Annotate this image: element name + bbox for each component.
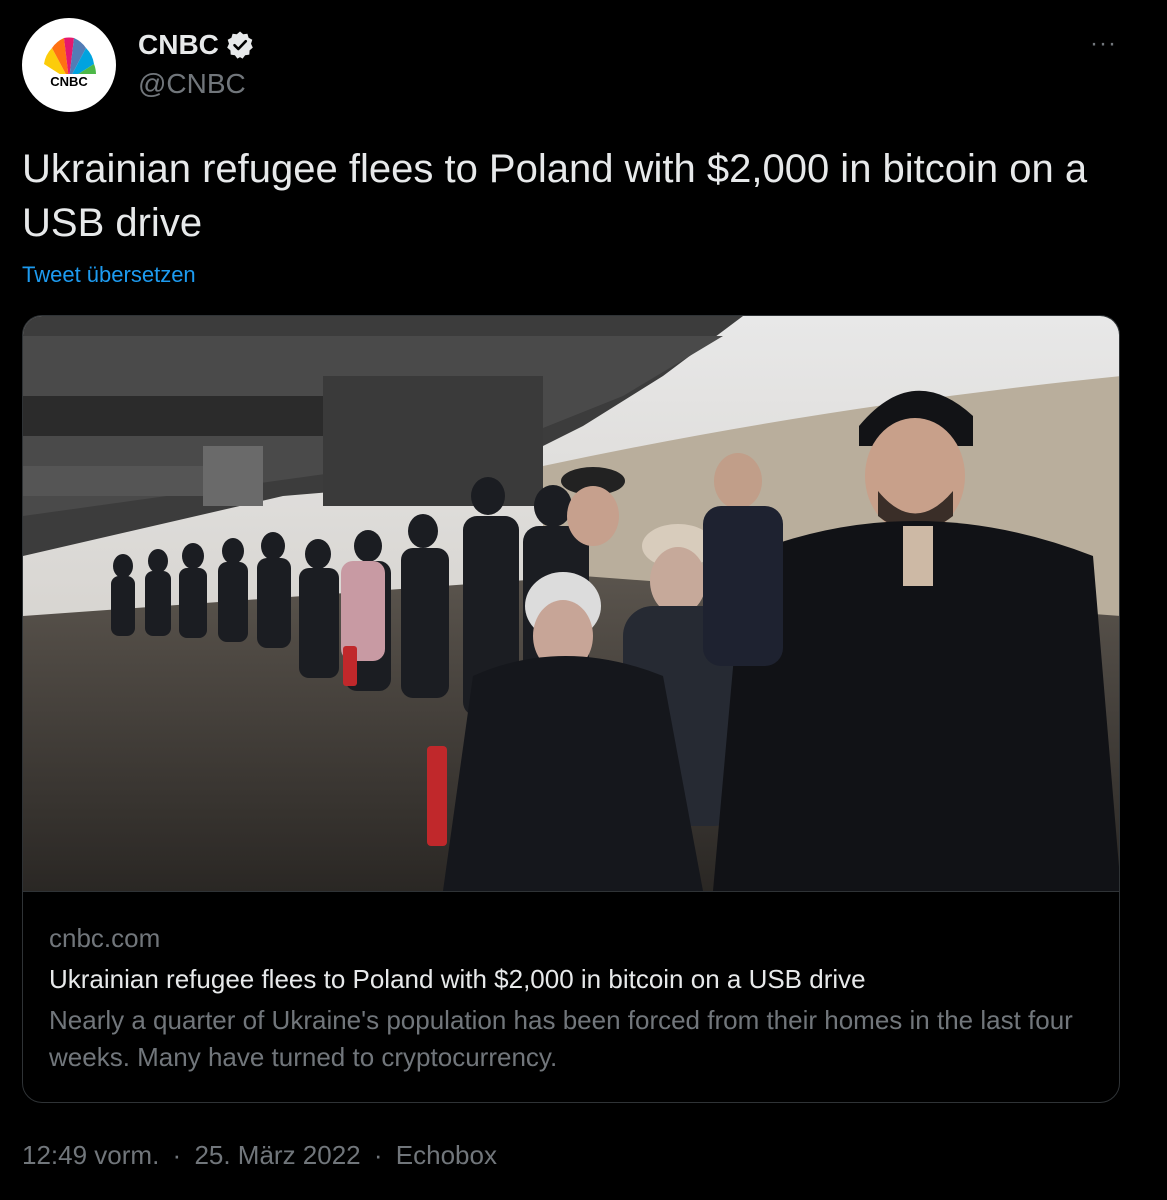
verified-badge-icon bbox=[225, 30, 255, 60]
tweet-date[interactable]: 25. März 2022 bbox=[194, 1138, 360, 1172]
more-options-icon[interactable]: ··· bbox=[1090, 30, 1117, 58]
tweet-time[interactable]: 12:49 vorm. bbox=[22, 1138, 159, 1172]
meta-separator: · bbox=[373, 1140, 383, 1170]
card-title: Ukrainian refugee flees to Poland with $… bbox=[49, 964, 866, 994]
translate-tweet-link[interactable]: Tweet übersetzen bbox=[22, 262, 196, 288]
tweet-container: CNBC CNBC @CNBC ··· Ukrainian refugee fl… bbox=[0, 0, 1167, 1200]
account-name[interactable]: CNBC bbox=[138, 28, 219, 62]
tweet-source[interactable]: Echobox bbox=[396, 1138, 497, 1172]
account-names: CNBC @CNBC bbox=[138, 18, 255, 112]
tweet-meta: 12:49 vorm. · 25. März 2022 · Echobox bbox=[22, 1138, 497, 1172]
avatar[interactable]: CNBC bbox=[22, 18, 116, 112]
meta-separator: · bbox=[172, 1140, 182, 1170]
card-image[interactable] bbox=[23, 316, 1119, 892]
card-domain: cnbc.com bbox=[49, 923, 161, 953]
account-handle[interactable]: @CNBC bbox=[138, 66, 255, 102]
tweet-text: Ukrainian refugee flees to Poland with $… bbox=[22, 147, 1088, 245]
avatar-logo-text: CNBC bbox=[50, 74, 88, 89]
link-preview-card[interactable]: cnbc.com Ukrainian refugee flees to Pola… bbox=[22, 315, 1120, 1103]
card-body: cnbc.com Ukrainian refugee flees to Pola… bbox=[23, 922, 1119, 1076]
cnbc-peacock-logo-icon: CNBC bbox=[36, 37, 102, 89]
account-name-row[interactable]: CNBC bbox=[138, 28, 255, 62]
refugees-photo bbox=[23, 316, 1119, 891]
card-description: Nearly a quarter of Ukraine's population… bbox=[49, 1005, 1073, 1072]
tweet-header: CNBC CNBC @CNBC bbox=[22, 18, 255, 112]
